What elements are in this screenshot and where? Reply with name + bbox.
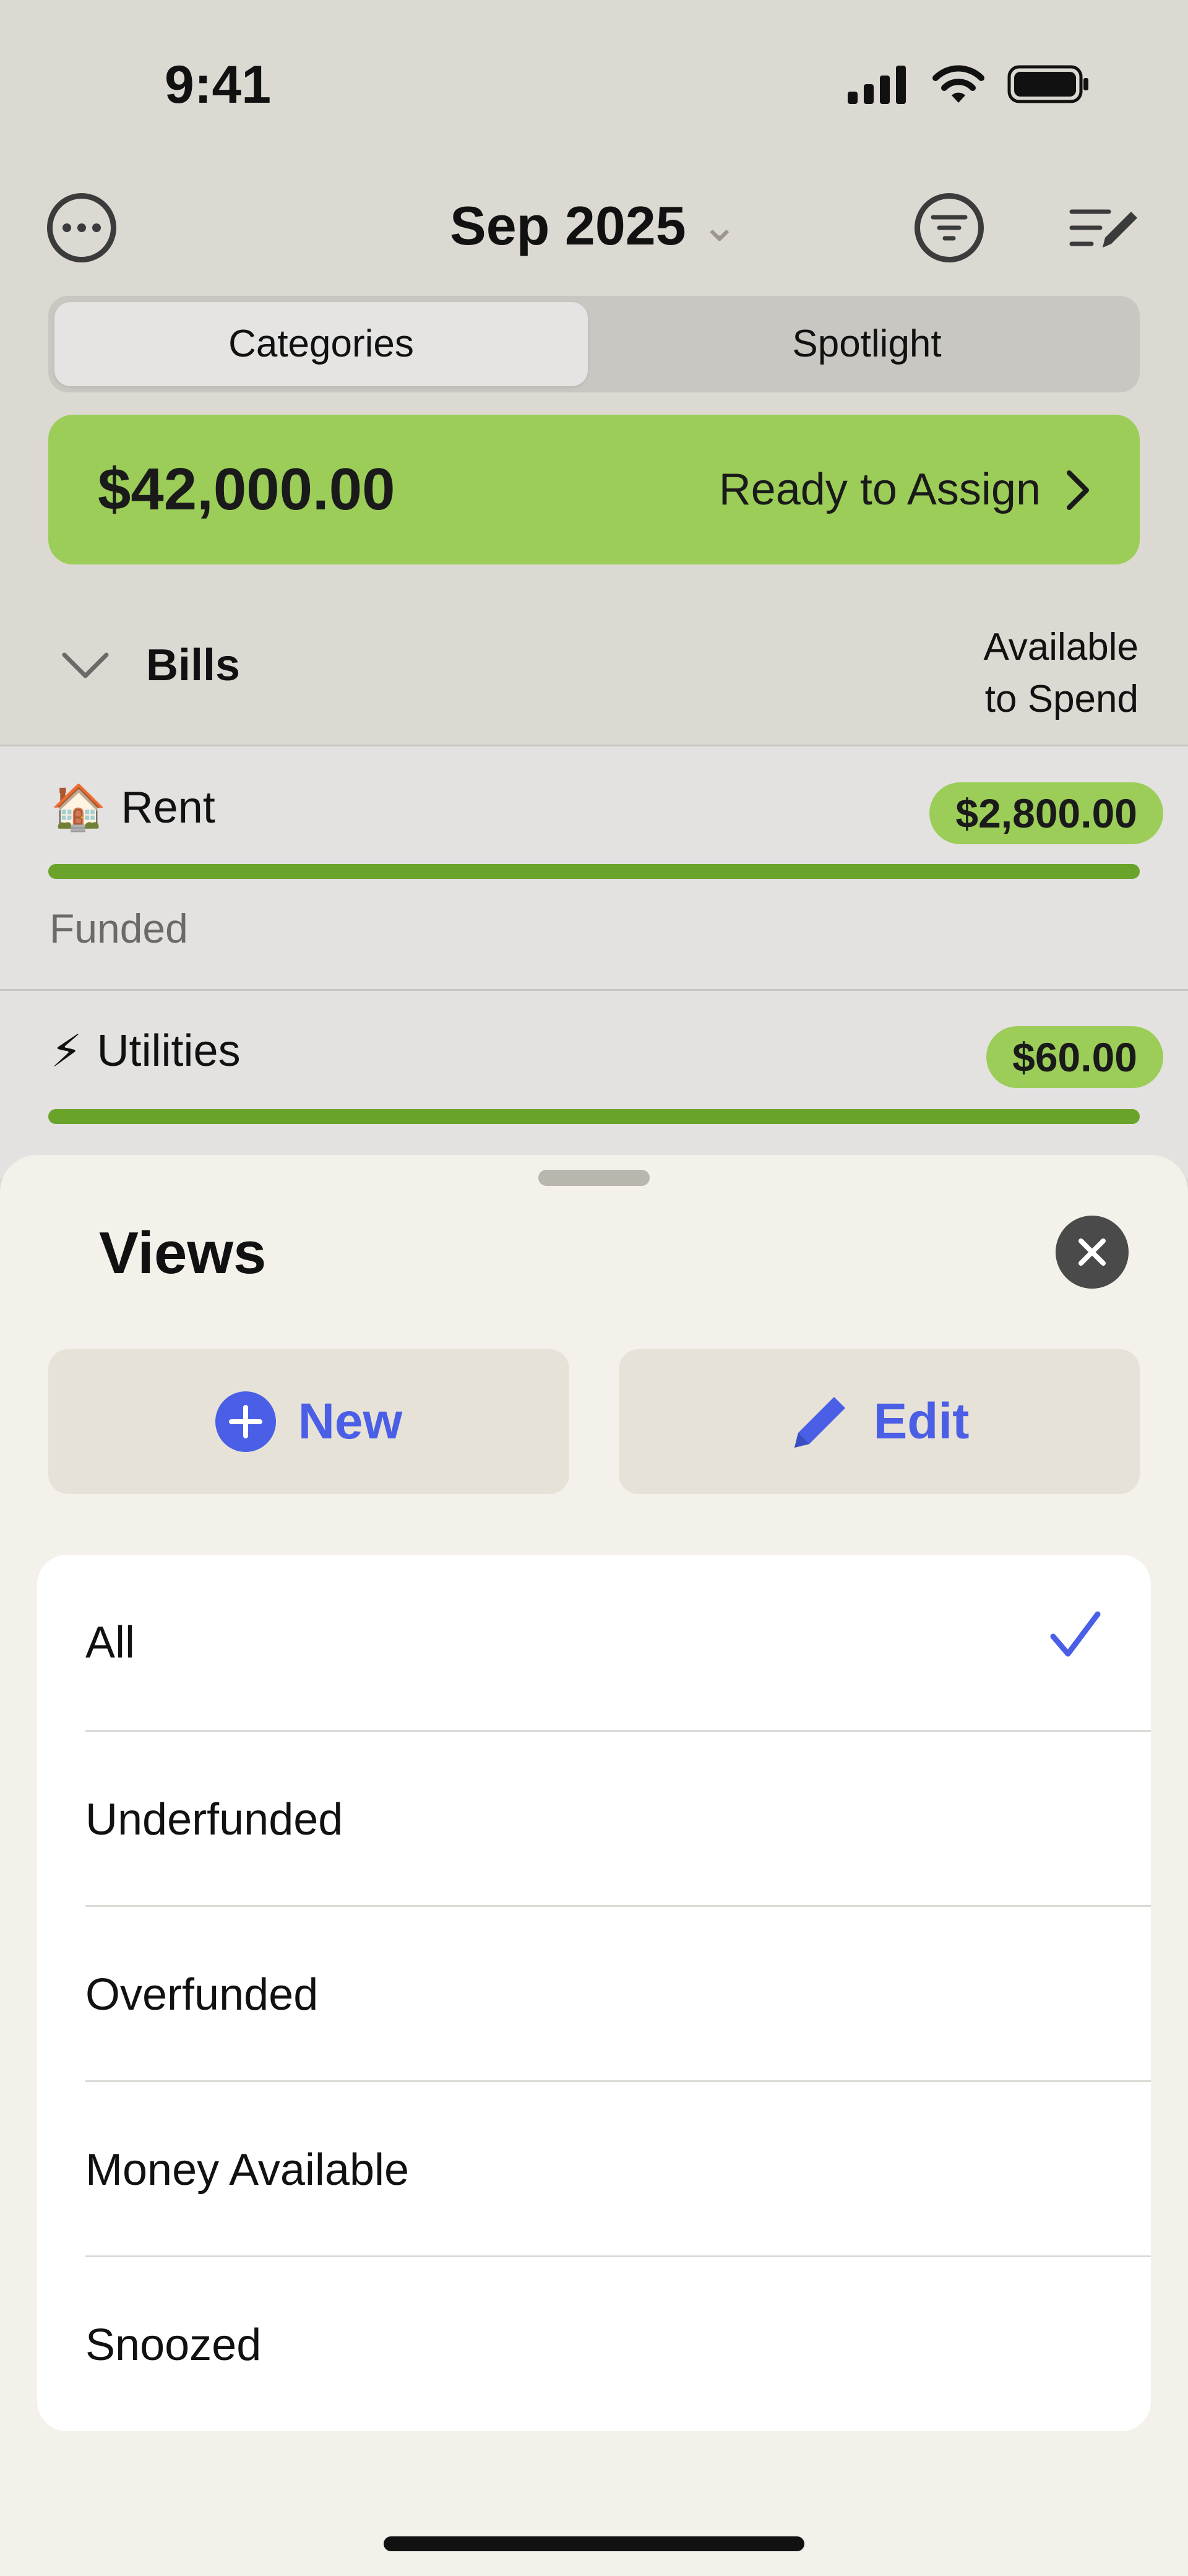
filter-icon xyxy=(931,215,968,241)
status-icons xyxy=(848,64,1089,104)
new-view-button[interactable]: New xyxy=(48,1349,569,1494)
cellular-signal-icon xyxy=(848,66,906,104)
category-label: Rent xyxy=(121,782,215,832)
available-header-line2: to Spend xyxy=(984,678,1138,720)
pencil-icon xyxy=(794,1397,845,1448)
view-option-label: All xyxy=(85,1617,136,1667)
view-option-snoozed[interactable]: Snoozed xyxy=(85,2257,1151,2431)
collapse-group-chevron-icon[interactable] xyxy=(61,651,110,681)
view-option-money-available[interactable]: Money Available xyxy=(85,2082,1151,2257)
new-view-label: New xyxy=(298,1393,403,1450)
edit-views-label: Edit xyxy=(873,1393,970,1450)
close-sheet-button[interactable] xyxy=(1056,1216,1129,1289)
filter-button[interactable] xyxy=(915,193,984,262)
sheet-title: Views xyxy=(99,1220,267,1286)
category-name: 🏠 Rent xyxy=(51,781,215,834)
plus-circle-icon xyxy=(215,1391,276,1452)
month-label: Sep 2025 xyxy=(450,195,686,256)
available-amount-pill[interactable]: $60.00 xyxy=(986,1026,1163,1088)
view-option-overfunded[interactable]: Overfunded xyxy=(85,1907,1151,2082)
sheet-grabber[interactable] xyxy=(538,1170,650,1186)
view-option-label: Money Available xyxy=(85,2145,410,2195)
funding-status: Funded xyxy=(50,905,188,951)
view-option-label: Overfunded xyxy=(85,1969,319,2020)
lightning-emoji-icon: ⚡ xyxy=(51,1027,82,1076)
list-edit-icon xyxy=(1069,209,1137,248)
ready-to-assign-banner[interactable]: $42,000.00 Ready to Assign xyxy=(48,415,1140,564)
chevron-right-icon xyxy=(1067,470,1089,510)
available-column-header: Available to Spend xyxy=(984,621,1138,725)
month-selector[interactable]: Sep 2025 ⌄ xyxy=(0,194,1188,257)
funding-progress-bar xyxy=(48,864,1140,879)
view-option-label: Snoozed xyxy=(85,2320,262,2370)
available-header-line1: Available xyxy=(983,626,1138,668)
category-group-title[interactable]: Bills xyxy=(146,640,240,691)
house-emoji-icon: 🏠 xyxy=(51,783,106,832)
edit-views-button[interactable]: Edit xyxy=(619,1349,1140,1494)
tab-spotlight[interactable]: Spotlight xyxy=(594,296,1140,392)
close-icon xyxy=(1078,1238,1106,1266)
view-option-label: Underfunded xyxy=(85,1794,343,1844)
edit-list-button[interactable] xyxy=(1068,202,1140,257)
available-amount-pill[interactable]: $2,800.00 xyxy=(929,782,1163,844)
tab-categories[interactable]: Categories xyxy=(48,296,594,392)
view-option-all[interactable]: All xyxy=(85,1555,1151,1730)
ready-to-assign-label: Ready to Assign xyxy=(718,465,1041,514)
wifi-icon xyxy=(932,65,984,103)
funding-progress-bar xyxy=(48,1109,1140,1124)
home-indicator[interactable] xyxy=(384,2536,804,2551)
view-segmented-control: Categories Spotlight xyxy=(48,296,1140,392)
chevron-down-icon: ⌄ xyxy=(700,201,738,251)
ready-to-assign-amount: $42,000.00 xyxy=(98,456,395,522)
view-option-underfunded[interactable]: Underfunded xyxy=(85,1732,1151,1907)
category-name: ⚡ Utilities xyxy=(51,1025,241,1077)
category-label: Utilities xyxy=(97,1026,241,1076)
checkmark-icon xyxy=(1050,1611,1101,1657)
status-time: 9:41 xyxy=(165,55,272,115)
views-list: All Underfunded Overfunded Money Availab… xyxy=(37,1555,1151,2431)
battery-icon xyxy=(1007,65,1088,103)
